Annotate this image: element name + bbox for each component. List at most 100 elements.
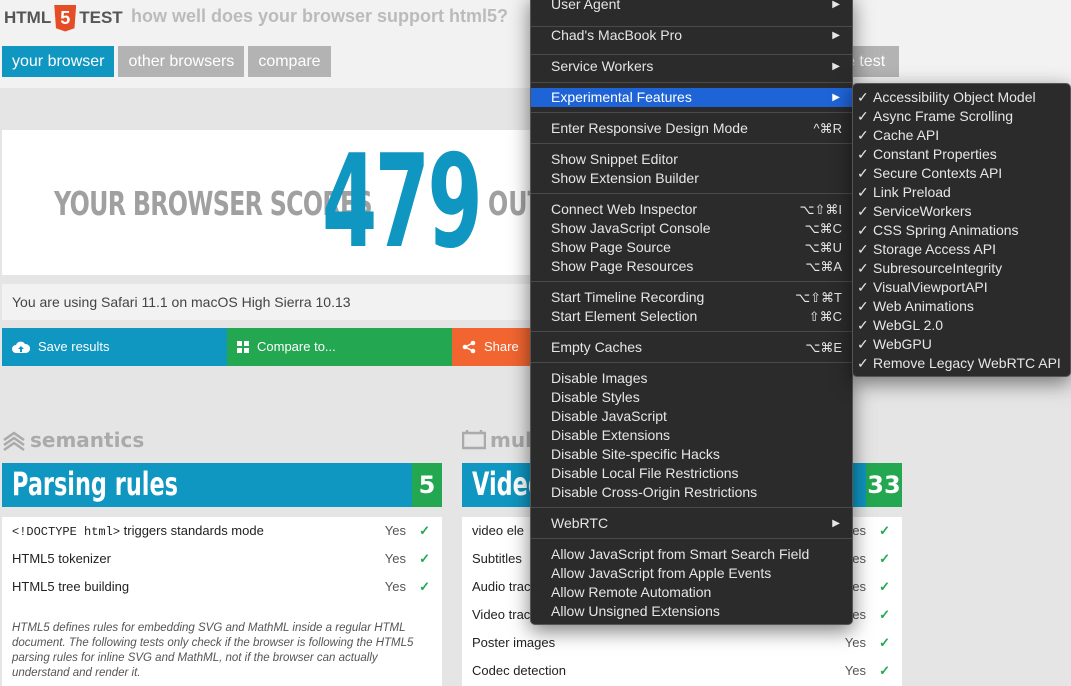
menu-item-element-selection[interactable]: Start Element Selection ⇧⌘C: [531, 307, 852, 326]
feature-label: Secure Contexts API: [873, 165, 1003, 181]
feature-visual-viewport-api[interactable]: ✓ VisualViewportAPI: [853, 278, 1070, 297]
feature-link-preload[interactable]: ✓ Link Preload: [853, 183, 1070, 202]
feature-storage-access-api[interactable]: ✓ Storage Access API: [853, 240, 1070, 259]
menu-item-label: Disable JavaScript: [551, 408, 667, 424]
feature-label: Web Animations: [873, 298, 974, 314]
tab-your-browser[interactable]: your browser: [2, 46, 115, 77]
menu-item-page-source[interactable]: Show Page Source ⌥⌘U: [531, 238, 852, 257]
check-icon: ✓: [857, 317, 869, 333]
menu-item-experimental-features[interactable]: Experimental Features ▶: [531, 88, 852, 107]
check-icon: ✓: [857, 279, 869, 295]
submenu-arrow-icon: ▶: [832, 0, 840, 10]
menu-shortcut: ⌥⇧⌘T: [795, 290, 842, 305]
feature-label: Async Frame Scrolling: [873, 108, 1014, 124]
menu-item-allow-unsigned-extensions[interactable]: Allow Unsigned Extensions: [531, 602, 852, 621]
feature-css-spring-animations[interactable]: ✓ CSS Spring Animations: [853, 221, 1070, 240]
feature-async-frame-scrolling[interactable]: ✓ Async Frame Scrolling: [853, 107, 1070, 126]
tab-compare[interactable]: compare: [248, 46, 331, 77]
check-icon: ✓: [879, 551, 890, 566]
menu-item-label: Show Extension Builder: [551, 170, 699, 186]
menu-item-extension-builder[interactable]: Show Extension Builder: [531, 169, 852, 188]
score-value: 479: [322, 130, 483, 275]
menu-item-disable-cross-origin[interactable]: Disable Cross-Origin Restrictions: [531, 483, 852, 502]
menu-item-disable-styles[interactable]: Disable Styles: [531, 388, 852, 407]
check-icon: ✓: [879, 607, 890, 622]
row-label: HTML5 tree building: [12, 579, 130, 594]
feature-subresource-integrity[interactable]: ✓ SubresourceIntegrity: [853, 259, 1070, 278]
check-icon: ✓: [879, 579, 890, 594]
menu-item-disable-images[interactable]: Disable Images: [531, 369, 852, 388]
menu-item-service-workers[interactable]: Service Workers ▶: [531, 57, 852, 76]
compare-to-button[interactable]: Compare to...: [227, 328, 452, 366]
menu-item-disable-site-hacks[interactable]: Disable Site-specific Hacks: [531, 445, 852, 464]
feature-label: VisualViewportAPI: [873, 279, 988, 295]
menu-item-device[interactable]: Chad's MacBook Pro ▶: [531, 26, 852, 45]
menu-item-webrtc[interactable]: WebRTC ▶: [531, 514, 852, 533]
check-icon: ✓: [857, 298, 869, 314]
row-label: Subtitles: [472, 551, 522, 566]
save-results-button[interactable]: Save results: [2, 328, 227, 366]
check-icon: ✓: [419, 579, 430, 594]
tagline: how well does your browser support html5…: [131, 6, 509, 26]
feature-constant-properties[interactable]: ✓ Constant Properties: [853, 145, 1070, 164]
feature-accessibility-object-model[interactable]: ✓ Accessibility Object Model: [853, 88, 1070, 107]
check-icon: ✓: [857, 165, 869, 181]
menu-item-connect-inspector[interactable]: Connect Web Inspector ⌥⇧⌘I: [531, 200, 852, 219]
feature-label: Remove Legacy WebRTC API: [873, 355, 1061, 371]
feature-serviceworkers[interactable]: ✓ ServiceWorkers: [853, 202, 1070, 221]
experimental-features-submenu: ✓ Accessibility Object Model ✓ Async Frame…: [852, 83, 1071, 377]
feature-label: CSS Spring Animations: [873, 222, 1019, 238]
menu-shortcut: ^⌘R: [813, 121, 843, 136]
check-icon: ✓: [857, 355, 869, 371]
menu-separator: [531, 54, 852, 55]
menu-item-snippet-editor[interactable]: Show Snippet Editor: [531, 150, 852, 169]
menu-separator: [531, 281, 852, 282]
check-icon: ✓: [879, 523, 890, 538]
menu-item-allow-remote-automation[interactable]: Allow Remote Automation: [531, 583, 852, 602]
menu-item-label: Enter Responsive Design Mode: [551, 120, 748, 136]
menu-item-empty-caches[interactable]: Empty Caches ⌥⌘E: [531, 338, 852, 357]
menu-shortcut: ⌥⌘E: [805, 340, 842, 355]
feature-cache-api[interactable]: ✓ Cache API: [853, 126, 1070, 145]
feature-remove-legacy-webrtc[interactable]: ✓ Remove Legacy WebRTC API: [853, 354, 1070, 373]
menu-item-disable-javascript[interactable]: Disable JavaScript: [531, 407, 852, 426]
doctype-code: <!DOCTYPE html>: [12, 525, 121, 539]
menu-item-page-resources[interactable]: Show Page Resources ⌥⌘A: [531, 257, 852, 276]
feature-secure-contexts-api[interactable]: ✓ Secure Contexts API: [853, 164, 1070, 183]
menu-separator: [531, 112, 852, 113]
film-icon: [462, 430, 486, 450]
menu-item-label: Experimental Features: [551, 89, 692, 105]
menu-item-js-console[interactable]: Show JavaScript Console ⌥⌘C: [531, 219, 852, 238]
site-logo[interactable]: HTML 5 TEST: [4, 4, 123, 32]
table-row: Codec detection Yes ✓: [462, 657, 902, 685]
menu-item-label: Empty Caches: [551, 339, 643, 355]
check-icon: ✓: [857, 108, 869, 124]
feature-webgpu[interactable]: ✓ WebGPU: [853, 335, 1070, 354]
menu-item-timeline-recording[interactable]: Start Timeline Recording ⌥⇧⌘T: [531, 288, 852, 307]
feature-web-animations[interactable]: ✓ Web Animations: [853, 297, 1070, 316]
compare-to-label: Compare to...: [257, 339, 336, 354]
menu-item-allow-js-smart-search[interactable]: Allow JavaScript from Smart Search Field: [531, 545, 852, 564]
tab-other-browsers[interactable]: other browsers: [118, 46, 245, 77]
menu-item-disable-extensions[interactable]: Disable Extensions: [531, 426, 852, 445]
menu-separator: [531, 362, 852, 363]
menu-item-disable-local-file-restrictions[interactable]: Disable Local File Restrictions: [531, 464, 852, 483]
submenu-arrow-icon: ▶: [832, 518, 840, 529]
menu-item-allow-js-apple-events[interactable]: Allow JavaScript from Apple Events: [531, 564, 852, 583]
menu-shortcut: ⇧⌘C: [808, 309, 842, 324]
menu-item-responsive-design[interactable]: Enter Responsive Design Mode ^⌘R: [531, 119, 852, 138]
submenu-arrow-icon: ▶: [832, 30, 840, 41]
parsing-rules-header[interactable]: Parsing rules 5: [2, 463, 442, 507]
share-button[interactable]: Share: [452, 328, 532, 366]
menu-item-label: Disable Extensions: [551, 427, 671, 443]
check-icon: ✓: [857, 127, 869, 143]
menu-item-label: Service Workers: [551, 58, 654, 74]
feature-webgl-2[interactable]: ✓ WebGL 2.0: [853, 316, 1070, 335]
menu-item-user-agent[interactable]: User Agent ▶: [531, 0, 852, 14]
check-icon: ✓: [419, 523, 430, 538]
nav-tabs: your browser other browsers compare: [2, 46, 331, 77]
multimedia-label: mul: [490, 428, 532, 452]
share-icon: [462, 340, 476, 354]
menu-item-label: Allow JavaScript from Smart Search Field: [551, 546, 810, 562]
check-icon: ✓: [857, 336, 869, 352]
